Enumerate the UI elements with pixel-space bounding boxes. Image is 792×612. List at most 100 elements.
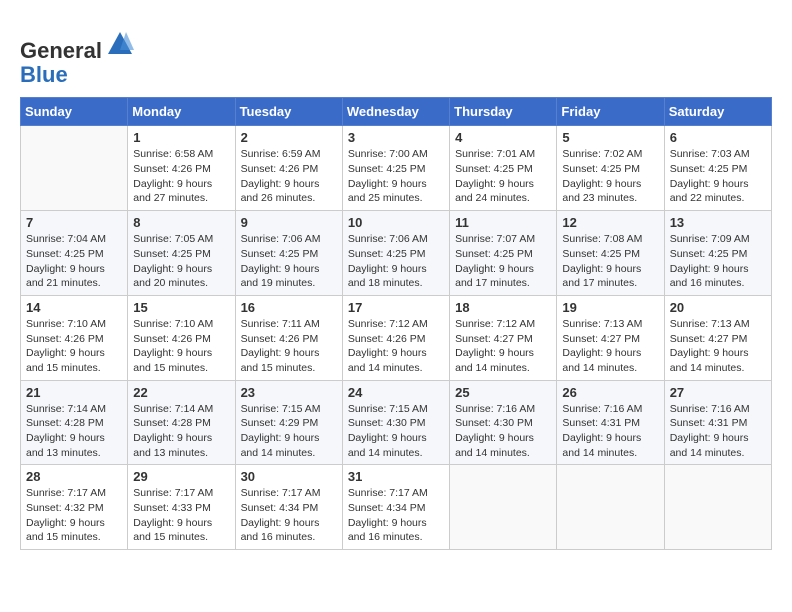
calendar-cell: 23 Sunrise: 7:15 AMSunset: 4:29 PMDayligh… <box>235 380 342 465</box>
day-number: 6 <box>670 130 766 145</box>
weekday-header-tuesday: Tuesday <box>235 98 342 126</box>
calendar-cell: 16Sunrise: 7:11 AMSunset: 4:26 PMDayligh… <box>235 295 342 380</box>
day-info: Sunrise: 6:58 AMSunset: 4:26 PMDaylight:… <box>133 147 229 206</box>
day-info: Sunrise: 7:14 AMSunset: 4:28 PMDaylight:… <box>133 402 229 461</box>
calendar-cell: 1 Sunrise: 6:58 AMSunset: 4:26 PMDaylight… <box>128 126 235 211</box>
day-info: Sunrise: 7:16 AMSunset: 4:31 PMDaylight:… <box>670 402 766 461</box>
day-info: Sunrise: 7:03 AMSunset: 4:25 PMDaylight:… <box>670 147 766 206</box>
weekday-header-wednesday: Wednesday <box>342 98 449 126</box>
day-number: 15 <box>133 300 229 315</box>
day-number: 30 <box>241 469 337 484</box>
day-info: Sunrise: 7:02 AMSunset: 4:25 PMDaylight:… <box>562 147 658 206</box>
calendar-cell: 26 Sunrise: 7:16 AMSunset: 4:31 PMDayligh… <box>557 380 664 465</box>
week-row-4: 21 Sunrise: 7:14 AMSunset: 4:28 PMDayligh… <box>21 380 772 465</box>
calendar-cell: 5 Sunrise: 7:02 AMSunset: 4:25 PMDaylight… <box>557 126 664 211</box>
calendar-cell <box>450 465 557 550</box>
day-number: 23 <box>241 385 337 400</box>
week-row-1: 1 Sunrise: 6:58 AMSunset: 4:26 PMDaylight… <box>21 126 772 211</box>
day-info: Sunrise: 7:17 AMSunset: 4:34 PMDaylight:… <box>241 486 337 545</box>
week-row-3: 14 Sunrise: 7:10 AMSunset: 4:26 PMDayligh… <box>21 295 772 380</box>
calendar-cell: 9 Sunrise: 7:06 AMSunset: 4:25 PMDaylight… <box>235 211 342 296</box>
calendar-cell: 6 Sunrise: 7:03 AMSunset: 4:25 PMDaylight… <box>664 126 771 211</box>
calendar-cell: 13 Sunrise: 7:09 AMSunset: 4:25 PMDayligh… <box>664 211 771 296</box>
day-info: Sunrise: 7:06 AMSunset: 4:25 PMDaylight:… <box>241 232 337 291</box>
page-header: General Blue <box>20 20 772 87</box>
day-number: 29 <box>133 469 229 484</box>
calendar-cell: 31 Sunrise: 7:17 AMSunset: 4:34 PMDayligh… <box>342 465 449 550</box>
day-info: Sunrise: 7:07 AMSunset: 4:25 PMDaylight:… <box>455 232 551 291</box>
calendar-cell: 27 Sunrise: 7:16 AMSunset: 4:31 PMDayligh… <box>664 380 771 465</box>
weekday-header-saturday: Saturday <box>664 98 771 126</box>
calendar-cell: 14 Sunrise: 7:10 AMSunset: 4:26 PMDayligh… <box>21 295 128 380</box>
day-number: 3 <box>348 130 444 145</box>
calendar-cell: 2 Sunrise: 6:59 AMSunset: 4:26 PMDaylight… <box>235 126 342 211</box>
calendar-cell: 28 Sunrise: 7:17 AMSunset: 4:32 PMDayligh… <box>21 465 128 550</box>
day-number: 7 <box>26 215 122 230</box>
week-row-5: 28 Sunrise: 7:17 AMSunset: 4:32 PMDayligh… <box>21 465 772 550</box>
day-info: Sunrise: 7:16 AMSunset: 4:30 PMDaylight:… <box>455 402 551 461</box>
day-info: Sunrise: 7:15 AMSunset: 4:30 PMDaylight:… <box>348 402 444 461</box>
calendar-cell: 4Sunrise: 7:01 AMSunset: 4:25 PMDaylight… <box>450 126 557 211</box>
calendar-cell <box>21 126 128 211</box>
day-info: Sunrise: 7:14 AMSunset: 4:28 PMDaylight:… <box>26 402 122 461</box>
day-number: 21 <box>26 385 122 400</box>
weekday-header-thursday: Thursday <box>450 98 557 126</box>
calendar-cell: 25 Sunrise: 7:16 AMSunset: 4:30 PMDayligh… <box>450 380 557 465</box>
day-number: 13 <box>670 215 766 230</box>
calendar-cell: 12 Sunrise: 7:08 AMSunset: 4:25 PMDayligh… <box>557 211 664 296</box>
calendar-cell: 20Sunrise: 7:13 AMSunset: 4:27 PMDayligh… <box>664 295 771 380</box>
day-number: 10 <box>348 215 444 230</box>
day-number: 12 <box>562 215 658 230</box>
day-number: 18 <box>455 300 551 315</box>
calendar-cell: 29 Sunrise: 7:17 AMSunset: 4:33 PMDayligh… <box>128 465 235 550</box>
calendar-cell: 19 Sunrise: 7:13 AMSunset: 4:27 PMDayligh… <box>557 295 664 380</box>
day-number: 27 <box>670 385 766 400</box>
day-info: Sunrise: 7:06 AMSunset: 4:25 PMDaylight:… <box>348 232 444 291</box>
day-info: Sunrise: 7:12 AMSunset: 4:27 PMDaylight:… <box>455 317 551 376</box>
logo-general-text: General <box>20 38 102 63</box>
calendar-cell: 22Sunrise: 7:14 AMSunset: 4:28 PMDayligh… <box>128 380 235 465</box>
day-number: 28 <box>26 469 122 484</box>
day-info: Sunrise: 6:59 AMSunset: 4:26 PMDaylight:… <box>241 147 337 206</box>
day-info: Sunrise: 7:17 AMSunset: 4:34 PMDaylight:… <box>348 486 444 545</box>
day-info: Sunrise: 7:09 AMSunset: 4:25 PMDaylight:… <box>670 232 766 291</box>
calendar-cell: 24 Sunrise: 7:15 AMSunset: 4:30 PMDayligh… <box>342 380 449 465</box>
logo: General Blue <box>20 30 134 87</box>
day-info: Sunrise: 7:13 AMSunset: 4:27 PMDaylight:… <box>562 317 658 376</box>
day-info: Sunrise: 7:12 AMSunset: 4:26 PMDaylight:… <box>348 317 444 376</box>
calendar-table: SundayMondayTuesdayWednesdayThursdayFrid… <box>20 97 772 550</box>
day-number: 25 <box>455 385 551 400</box>
day-info: Sunrise: 7:17 AMSunset: 4:32 PMDaylight:… <box>26 486 122 545</box>
day-info: Sunrise: 7:08 AMSunset: 4:25 PMDaylight:… <box>562 232 658 291</box>
week-row-2: 7Sunrise: 7:04 AMSunset: 4:25 PMDaylight… <box>21 211 772 296</box>
day-number: 9 <box>241 215 337 230</box>
day-number: 19 <box>562 300 658 315</box>
calendar-cell: 10 Sunrise: 7:06 AMSunset: 4:25 PMDayligh… <box>342 211 449 296</box>
day-number: 17 <box>348 300 444 315</box>
day-number: 14 <box>26 300 122 315</box>
logo-blue-text: Blue <box>20 62 68 87</box>
day-info: Sunrise: 7:10 AMSunset: 4:26 PMDaylight:… <box>26 317 122 376</box>
day-info: Sunrise: 7:17 AMSunset: 4:33 PMDaylight:… <box>133 486 229 545</box>
day-info: Sunrise: 7:15 AMSunset: 4:29 PMDaylight:… <box>241 402 337 461</box>
day-info: Sunrise: 7:05 AMSunset: 4:25 PMDaylight:… <box>133 232 229 291</box>
day-info: Sunrise: 7:11 AMSunset: 4:26 PMDaylight:… <box>241 317 337 376</box>
day-info: Sunrise: 7:16 AMSunset: 4:31 PMDaylight:… <box>562 402 658 461</box>
day-number: 26 <box>562 385 658 400</box>
day-number: 1 <box>133 130 229 145</box>
day-info: Sunrise: 7:10 AMSunset: 4:26 PMDaylight:… <box>133 317 229 376</box>
calendar-cell: 11 Sunrise: 7:07 AMSunset: 4:25 PMDayligh… <box>450 211 557 296</box>
weekday-header-monday: Monday <box>128 98 235 126</box>
logo-icon <box>106 30 134 58</box>
day-number: 2 <box>241 130 337 145</box>
calendar-cell: 18 Sunrise: 7:12 AMSunset: 4:27 PMDayligh… <box>450 295 557 380</box>
day-number: 24 <box>348 385 444 400</box>
day-info: Sunrise: 7:00 AMSunset: 4:25 PMDaylight:… <box>348 147 444 206</box>
day-info: Sunrise: 7:13 AMSunset: 4:27 PMDaylight:… <box>670 317 766 376</box>
calendar-cell <box>557 465 664 550</box>
day-number: 5 <box>562 130 658 145</box>
day-info: Sunrise: 7:01 AMSunset: 4:25 PMDaylight:… <box>455 147 551 206</box>
day-number: 31 <box>348 469 444 484</box>
day-number: 11 <box>455 215 551 230</box>
calendar-cell: 17 Sunrise: 7:12 AMSunset: 4:26 PMDayligh… <box>342 295 449 380</box>
